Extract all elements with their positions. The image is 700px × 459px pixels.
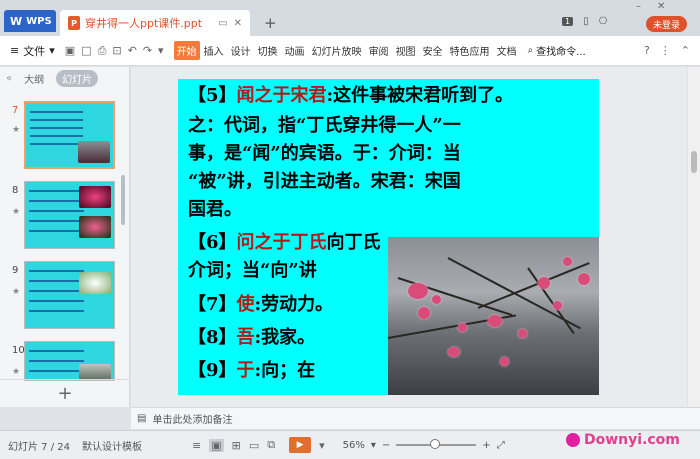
skin-icon[interactable]: ▯ <box>583 16 589 27</box>
ribbon-tab-0[interactable]: 开始 <box>173 41 200 60</box>
tab-pin-icon[interactable]: ▭ <box>218 18 227 29</box>
ribbon-tab-6[interactable]: 审阅 <box>366 41 392 60</box>
slide-animation-star-icon: ★ <box>12 207 21 217</box>
chevron-down-icon[interactable]: ▾ <box>319 439 325 452</box>
save-icon[interactable]: ▣ <box>65 44 75 58</box>
slide-number-9: 9 <box>12 265 19 276</box>
more-icon[interactable]: ▾ <box>158 44 164 58</box>
panel-scrollbar[interactable] <box>121 175 125 225</box>
new-file-icon[interactable]: □ <box>81 44 91 58</box>
slide-counter: 幻灯片 7 / 24 <box>8 441 70 453</box>
watermark-text: Downyi.com <box>584 432 680 448</box>
chevron-down-icon: ▾ <box>49 44 55 57</box>
command-search-label: 查找命令... <box>536 47 586 58</box>
ribbon-tab-4[interactable]: 动画 <box>282 41 308 60</box>
slide-text-line[interactable]: 【5】闻之于宋君:这件事被宋君听到了。 <box>188 84 513 108</box>
notes-icon: ▤ <box>137 413 147 424</box>
ribbon-tab-10[interactable]: 文档 <box>494 41 520 60</box>
notes-placeholder[interactable]: 单击此处添加备注 <box>152 411 232 426</box>
wps-tab-label: WPS <box>26 15 52 27</box>
print-icon[interactable]: ⎙ <box>98 44 107 58</box>
help-icon[interactable]: ? <box>644 44 650 57</box>
current-slide[interactable]: 【5】闻之于宋君:这件事被宋君听到了。 之：代词，指“丁氏穿井得一人”一 事，是… <box>178 79 599 395</box>
plum-blossom-photo[interactable] <box>388 237 599 395</box>
slide-animation-star-icon: ★ <box>12 125 21 135</box>
window-count-badge[interactable]: 1 <box>562 17 574 26</box>
slide-number-8: 8 <box>12 185 19 196</box>
slide-text-line[interactable]: 事，是“闻”的宾语。于：介词：当 <box>188 142 461 166</box>
more-options-icon[interactable]: ⋮ <box>660 44 671 57</box>
ribbon-tab-5[interactable]: 幻灯片放映 <box>309 41 365 60</box>
tab-close-icon[interactable]: ✕ <box>234 18 242 29</box>
print-preview-icon[interactable]: ⊡ <box>112 44 121 58</box>
zoom-in-icon[interactable]: + <box>482 440 490 451</box>
minimize-icon[interactable]: – <box>636 1 641 12</box>
document-tab[interactable]: P 穿井得一人ppt课件.ppt ▭ ✕ <box>60 10 250 36</box>
watermark-logo: Downyi.com <box>566 432 680 448</box>
title-bar: W WPS P 穿井得一人ppt课件.ppt ▭ ✕ + 1 ▯ ⎔ 未登录 –… <box>0 0 700 36</box>
ribbon-tab-8[interactable]: 安全 <box>420 41 446 60</box>
zoom-out-icon[interactable]: − <box>382 440 390 451</box>
new-tab-plus-icon[interactable]: + <box>264 14 277 32</box>
add-slide-plus-icon[interactable]: + <box>0 379 130 407</box>
hamburger-icon: ≡ <box>10 44 20 57</box>
chevron-down-icon[interactable]: ▾ <box>371 440 376 451</box>
slide-number-7: 7 <box>12 105 19 116</box>
slide-thumbnail-10[interactable] <box>24 341 115 381</box>
collapse-ribbon-icon[interactable]: ⌃ <box>681 44 690 57</box>
fit-window-icon[interactable]: ⤢ <box>497 440 505 451</box>
slide-text-line[interactable]: “被”讲，引进主动者。宋君：宋国 <box>188 170 461 194</box>
zoom-level[interactable]: 56% <box>343 440 365 451</box>
slide-text-line[interactable]: 【6】问之于丁氏向丁氏 <box>188 231 381 255</box>
zoom-slider[interactable] <box>396 439 477 449</box>
slides-view-tab[interactable]: 幻灯片 <box>56 69 99 87</box>
collapse-panel-icon[interactable]: « <box>6 73 12 84</box>
canvas-scrollbar[interactable] <box>688 67 700 407</box>
slide-text-line[interactable]: 国君。 <box>188 198 242 222</box>
login-button[interactable]: 未登录 <box>646 16 688 32</box>
wps-logo-icon: W <box>10 14 23 28</box>
presenter-view-icon[interactable]: ⧉ <box>267 438 275 452</box>
slide-text-line[interactable]: 之：代词，指“丁氏穿井得一人”一 <box>188 114 461 138</box>
slide-number-10: 10 <box>12 345 25 356</box>
ribbon-tab-1[interactable]: 插入 <box>201 41 227 60</box>
slide-text-line[interactable]: 【9】于:向；在 <box>188 359 315 383</box>
slide-thumbnail-7[interactable] <box>24 101 115 169</box>
file-menu[interactable]: ≡ 文件 ▾ <box>0 43 55 59</box>
ribbon-tab-7[interactable]: 视图 <box>393 41 419 60</box>
slide-thumbnail-9[interactable] <box>24 261 115 329</box>
command-search[interactable]: ⌕ 查找命令... <box>528 43 586 58</box>
slide-thumbnail-panel: « 大纲 幻灯片 7 ★ 8 ★ 9 ★ 10 ★ + <box>0 67 130 407</box>
normal-view-icon[interactable]: ▣ <box>209 438 224 452</box>
ribbon-toolbar: ≡ 文件 ▾ ▣ □ ⎙ ⊡ ↶ ↷ ▾ 开始 插入 设计 切换 动画 幻灯片放映 审阅 视图… <box>0 36 700 66</box>
slide-sorter-icon[interactable]: ⊞ <box>232 439 241 452</box>
notes-pane[interactable]: ▤ 单击此处添加备注 <box>131 407 700 429</box>
close-window-icon[interactable]: ✕ <box>657 1 665 12</box>
slide-animation-star-icon: ★ <box>12 367 21 377</box>
wps-home-tab[interactable]: W WPS <box>4 10 56 32</box>
ribbon-tab-3[interactable]: 切换 <box>255 41 281 60</box>
ribbon-tab-2[interactable]: 设计 <box>228 41 254 60</box>
share-icon[interactable]: ⎔ <box>599 16 608 27</box>
reading-view-icon[interactable]: ▭ <box>249 439 259 452</box>
notes-toggle-icon[interactable]: ≡ <box>192 439 201 452</box>
slide-text-line[interactable]: 【8】吾:我家。 <box>188 326 315 350</box>
outline-view-tab[interactable]: 大纲 <box>18 70 50 87</box>
ribbon-tab-9[interactable]: 特色应用 <box>447 41 493 60</box>
design-template-label[interactable]: 默认设计模板 <box>82 438 142 453</box>
slide-animation-star-icon: ★ <box>12 287 21 297</box>
slide-thumbnail-8[interactable] <box>24 181 115 249</box>
play-slideshow-icon[interactable]: ▶ <box>289 437 312 453</box>
search-icon: ⌕ <box>527 45 534 56</box>
file-menu-label: 文件 <box>23 44 46 58</box>
slide-text-line[interactable]: 【7】使:劳动力。 <box>188 293 333 317</box>
zoom-slider-handle[interactable] <box>430 439 441 449</box>
slide-text-line[interactable]: 介词；当“向”讲 <box>188 259 317 283</box>
undo-icon[interactable]: ↶ <box>128 44 137 58</box>
redo-icon[interactable]: ↷ <box>143 44 152 58</box>
ppt-file-icon: P <box>68 16 80 30</box>
document-tab-title: 穿井得一人ppt课件.ppt <box>85 17 203 30</box>
